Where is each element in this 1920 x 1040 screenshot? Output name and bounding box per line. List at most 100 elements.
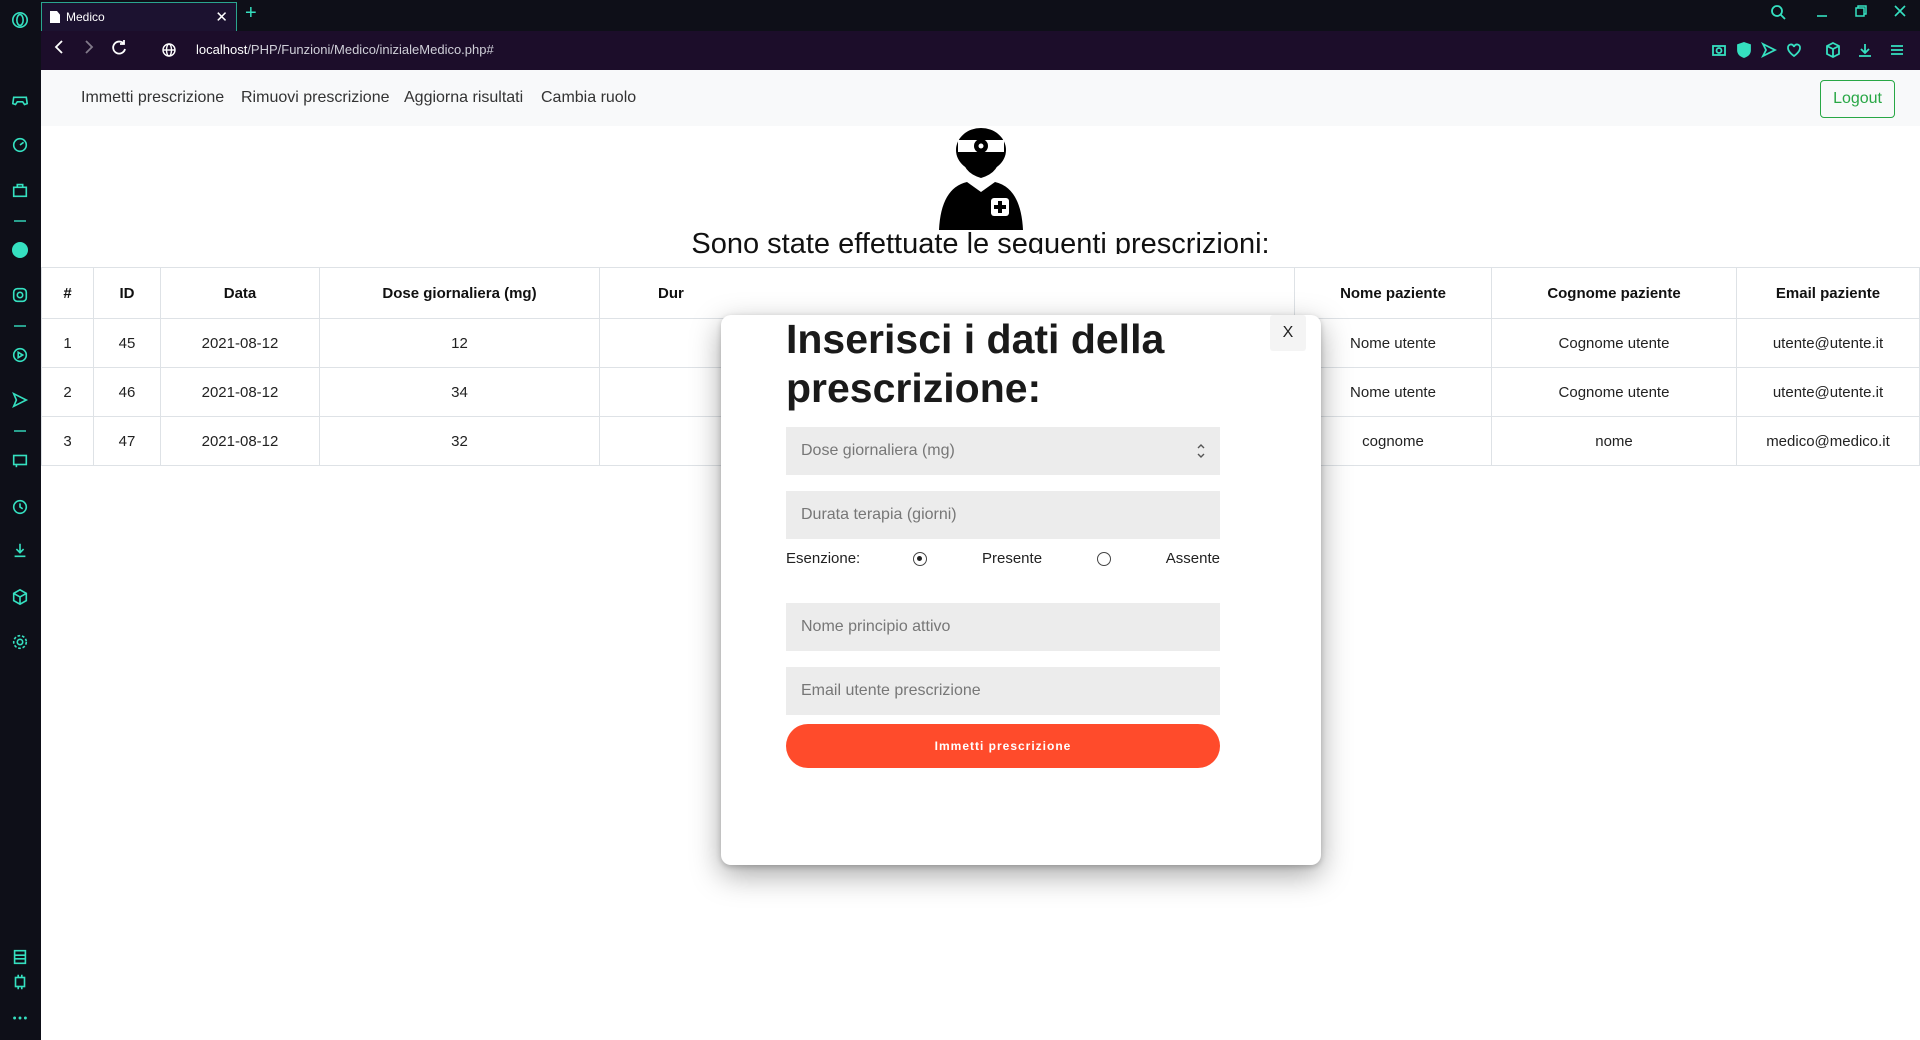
table-cell: cognome — [1294, 416, 1492, 466]
navbar: Immetti prescrizione Rimuovi prescrizion… — [41, 70, 1920, 126]
shield-icon[interactable] — [1736, 42, 1752, 58]
url-field[interactable]: localhost/PHP/Funzioni/Medico/inizialeMe… — [196, 42, 494, 57]
table-header-row: # ID Data Dose giornaliera (mg) Dur Nome… — [41, 267, 1920, 319]
camera-icon[interactable] — [1711, 42, 1727, 58]
table-cell: 3 — [41, 416, 94, 466]
nav-rimuovi-prescrizione[interactable]: Rimuovi prescrizione — [241, 89, 390, 107]
modal-close-button[interactable]: X — [1270, 315, 1306, 351]
url-path: /PHP/Funzioni/Medico/inizialeMedico.php# — [247, 42, 494, 57]
durata-input[interactable]: Durata terapia (giorni) — [786, 491, 1220, 539]
close-window-icon[interactable] — [1893, 4, 1907, 22]
url-host: localhost — [196, 42, 248, 57]
forward-icon[interactable] — [81, 39, 95, 60]
tabs-icon[interactable] — [10, 450, 30, 470]
gamepad-icon[interactable] — [10, 90, 30, 110]
minimize-icon[interactable] — [1815, 4, 1829, 24]
tab-title: Medico — [66, 10, 105, 24]
more-icon[interactable] — [10, 1008, 30, 1028]
reload-icon[interactable] — [111, 39, 127, 60]
table-cell: 1 — [41, 318, 94, 368]
esenzione-label: Esenzione: — [786, 550, 861, 567]
bag-icon[interactable] — [10, 180, 30, 200]
table-cell: Nome utente — [1294, 318, 1492, 368]
prescription-modal: X Inserisci i dati della prescrizione: D… — [721, 315, 1321, 865]
doctor-icon — [939, 128, 1023, 230]
table-cell: 32 — [319, 416, 600, 466]
dose-placeholder: Dose giornaliera (mg) — [801, 442, 955, 459]
col-header: Email paziente — [1736, 267, 1920, 319]
table-cell: Cognome utente — [1491, 367, 1737, 417]
downloads-icon[interactable] — [1857, 42, 1873, 58]
heart-icon[interactable] — [1786, 42, 1802, 58]
site-info-icon[interactable] — [161, 42, 177, 63]
table-cell: 2021-08-12 — [160, 318, 320, 368]
address-bar: localhost/PHP/Funzioni/Medico/inizialeMe… — [41, 31, 1920, 70]
document-icon — [50, 11, 60, 23]
col-header: Cognome paziente — [1491, 267, 1737, 319]
history-icon[interactable] — [10, 497, 30, 517]
opera-logo-icon[interactable] — [10, 10, 30, 30]
player-icon[interactable] — [10, 345, 30, 365]
panel-icon[interactable] — [10, 947, 30, 967]
table-cell: 2021-08-12 — [160, 367, 320, 417]
table-cell: Nome utente — [1294, 367, 1492, 417]
back-icon[interactable] — [53, 39, 67, 60]
new-tab-button[interactable]: + — [245, 2, 257, 25]
presente-label: Presente — [982, 550, 1043, 567]
table-cell: nome — [1491, 416, 1737, 466]
radio-presente[interactable] — [913, 552, 927, 566]
principio-attivo-input[interactable]: Nome principio attivo — [786, 603, 1220, 651]
menu-icon[interactable] — [1889, 42, 1905, 58]
cube-icon[interactable] — [10, 587, 30, 607]
esenzione-group: Esenzione: Presente Assente — [786, 550, 1220, 570]
spinner-icon[interactable] — [1196, 442, 1206, 460]
assente-label: Assente — [1165, 550, 1220, 567]
table-cell: Cognome utente — [1491, 318, 1737, 368]
download-icon[interactable] — [10, 540, 30, 560]
browser-sidebar — [0, 0, 41, 1040]
submit-prescription-button[interactable]: Immetti prescrizione — [786, 724, 1220, 768]
sidebar-divider — [14, 220, 26, 222]
col-header: Data — [160, 267, 320, 319]
send-icon[interactable] — [10, 390, 30, 410]
table-cell: 2021-08-12 — [160, 416, 320, 466]
email-utente-input[interactable]: Email utente prescrizione — [786, 667, 1220, 715]
extension-cube-icon[interactable] — [1825, 41, 1841, 59]
nav-immetti-prescrizione[interactable]: Immetti prescrizione — [81, 89, 224, 107]
page-heading: Sono state effettuate le seguenti prescr… — [691, 228, 1270, 254]
sidebar-divider — [14, 430, 26, 432]
col-header: Dose giornaliera (mg) — [319, 267, 600, 319]
web-page: Immetti prescrizione Rimuovi prescrizion… — [41, 70, 1920, 1040]
col-header: Dur — [599, 267, 1295, 319]
nav-aggiorna-risultati[interactable]: Aggiorna risultati — [404, 89, 523, 107]
table-cell: 2 — [41, 367, 94, 417]
chip-icon[interactable] — [10, 972, 30, 992]
email-placeholder: Email utente prescrizione — [801, 682, 981, 699]
flow-icon[interactable] — [1760, 41, 1778, 59]
col-header: # — [41, 267, 94, 319]
table-cell: 47 — [93, 416, 161, 466]
search-tabs-icon[interactable] — [1770, 4, 1786, 24]
settings-icon[interactable] — [10, 632, 30, 652]
nav-cambia-ruolo[interactable]: Cambia ruolo — [541, 89, 636, 107]
col-header: ID — [93, 267, 161, 319]
tab-close-icon[interactable]: ✕ — [215, 8, 228, 26]
durata-placeholder: Durata terapia (giorni) — [801, 506, 957, 523]
table-cell: 12 — [319, 318, 600, 368]
table-cell: 45 — [93, 318, 161, 368]
sidebar-divider — [14, 325, 26, 327]
col-header: Nome paziente — [1294, 267, 1492, 319]
tab-medico[interactable]: Medico ✕ — [41, 2, 237, 31]
table-cell: medico@medico.it — [1736, 416, 1920, 466]
restore-icon[interactable] — [1854, 4, 1868, 22]
speed-dial-icon[interactable] — [10, 135, 30, 155]
modal-title: Inserisci i dati della prescrizione: — [786, 316, 1165, 411]
instagram-icon[interactable] — [10, 285, 30, 305]
table-cell: 34 — [319, 367, 600, 417]
logout-button[interactable]: Logout — [1820, 80, 1895, 118]
whatsapp-icon[interactable] — [10, 240, 30, 260]
dose-input[interactable]: Dose giornaliera (mg) — [786, 427, 1220, 475]
radio-assente[interactable] — [1097, 552, 1111, 566]
tab-bar: Medico ✕ + — [41, 0, 1920, 31]
table-cell: 46 — [93, 367, 161, 417]
